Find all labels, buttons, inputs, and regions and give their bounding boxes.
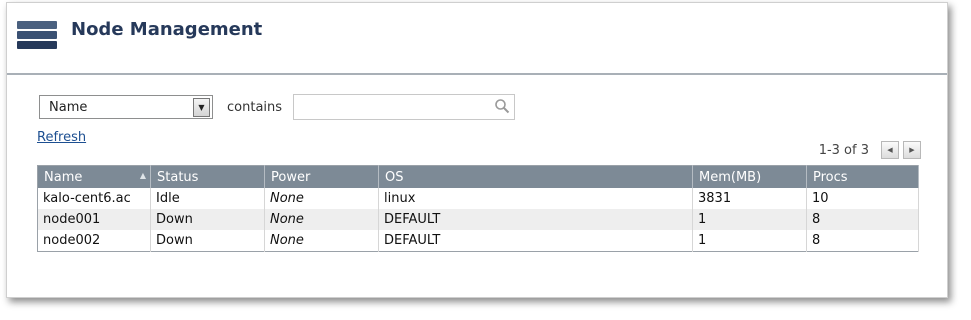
cell-status: Down: [150, 209, 265, 230]
page-title: Node Management: [71, 19, 263, 40]
cell-power: None: [264, 188, 379, 209]
table-row[interactable]: kalo-cent6.ac Idle None linux 3831 10: [37, 188, 919, 209]
next-page-icon[interactable]: ▶: [903, 141, 921, 159]
cell-procs: 8: [806, 230, 919, 252]
cell-procs: 8: [806, 209, 919, 230]
cell-name: node001: [37, 209, 151, 230]
node-management-panel: Node Management Name ▼ contains Refresh …: [6, 2, 948, 298]
filter-field-value: Name: [49, 100, 88, 115]
page-header: Node Management: [7, 3, 947, 75]
cell-mem: 1: [692, 230, 807, 252]
table-row[interactable]: node001 Down None DEFAULT 1 8: [37, 209, 919, 230]
cell-status: Down: [150, 230, 265, 252]
cell-os: linux: [378, 188, 693, 209]
prev-page-icon[interactable]: ◀: [881, 141, 899, 159]
nodes-table: Name ▲ Status Power OS Mem(MB) Procs kalo…: [37, 165, 919, 252]
cell-power: None: [264, 209, 379, 230]
filter-operator-label: contains: [227, 100, 283, 115]
cell-mem: 1: [692, 209, 807, 230]
cell-mem: 3831: [692, 188, 807, 209]
filter-field-select[interactable]: Name ▼: [39, 95, 213, 119]
cell-os: DEFAULT: [378, 209, 693, 230]
cell-procs: 10: [806, 188, 919, 209]
dropdown-arrow-icon[interactable]: ▼: [193, 98, 210, 117]
cell-name: node002: [37, 230, 151, 252]
table-header-row: Name ▲ Status Power OS Mem(MB) Procs: [37, 165, 919, 188]
cell-power: None: [264, 230, 379, 252]
pager-range: 1-3 of 3: [818, 143, 869, 158]
magnifier-icon: [495, 99, 510, 114]
column-header-name[interactable]: Name ▲: [37, 165, 151, 188]
sort-ascending-icon: ▲: [139, 171, 146, 180]
column-header-os[interactable]: OS: [378, 165, 693, 188]
cell-os: DEFAULT: [378, 230, 693, 252]
refresh-link[interactable]: Refresh: [37, 130, 86, 145]
server-stack-icon: [17, 21, 57, 53]
filter-search-input[interactable]: [293, 94, 515, 120]
cell-status: Idle: [150, 188, 265, 209]
column-header-mem[interactable]: Mem(MB): [692, 165, 807, 188]
column-header-procs[interactable]: Procs: [806, 165, 919, 188]
column-header-power[interactable]: Power: [264, 165, 379, 188]
column-header-status[interactable]: Status: [150, 165, 265, 188]
cell-name: kalo-cent6.ac: [37, 188, 151, 209]
table-row[interactable]: node002 Down None DEFAULT 1 8: [37, 230, 919, 252]
